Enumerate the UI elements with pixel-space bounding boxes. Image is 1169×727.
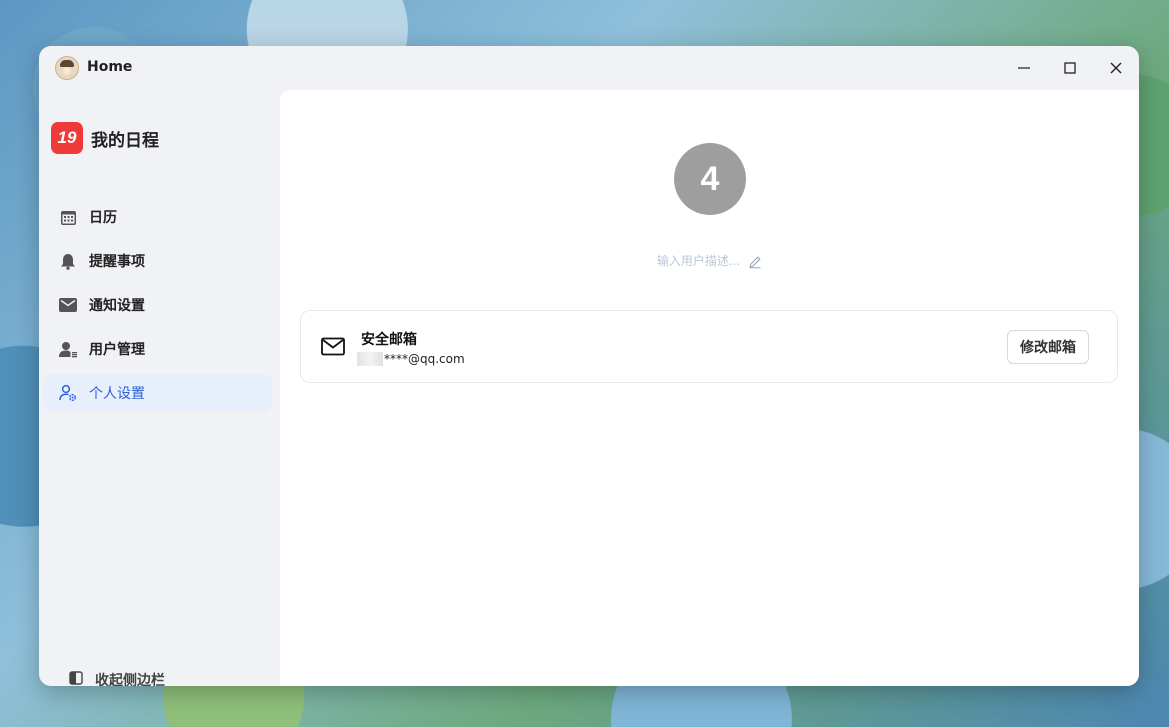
brand[interactable]: 19 我的日程 (51, 122, 159, 154)
user-description-placeholder: 输入用户描述... (656, 254, 741, 268)
sidebar-item-calendar[interactable]: 日历 (43, 198, 272, 236)
minimize-button[interactable] (1009, 54, 1039, 82)
sidebar-item-personal-settings[interactable]: 个人设置 (43, 374, 272, 412)
edit-email-button[interactable]: 修改邮箱 (1007, 330, 1089, 364)
maximize-icon (1064, 62, 1076, 74)
edit-pencil-icon[interactable] (748, 255, 762, 269)
window-title: Home (87, 59, 133, 75)
mail-icon (59, 296, 77, 314)
close-icon (1110, 62, 1122, 74)
sidebar-item-notification-settings[interactable]: 通知设置 (43, 286, 272, 324)
user-gear-icon (59, 384, 77, 402)
envelope-icon (321, 337, 345, 356)
sidebar-toggle-icon (69, 671, 83, 686)
avatar[interactable]: 4 (674, 143, 746, 215)
collapse-sidebar-label: 收起侧边栏 (95, 673, 165, 686)
main-content: 4 输入用户描述... 安全邮箱 ****@qq.com 修改邮箱 (280, 90, 1139, 686)
sidebar-item-label: 个人设置 (89, 386, 145, 402)
title-bar[interactable]: Home (39, 46, 1139, 90)
security-email-card: 安全邮箱 ****@qq.com 修改邮箱 (300, 310, 1118, 383)
sidebar-item-reminders[interactable]: 提醒事项 (43, 242, 272, 280)
security-email-value: ****@qq.com (357, 352, 465, 366)
collapse-sidebar-button[interactable]: 收起侧边栏 (69, 668, 165, 686)
security-email-text: ****@qq.com (384, 352, 465, 366)
brand-name: 我的日程 (91, 130, 159, 151)
sidebar-item-label: 通知设置 (89, 298, 145, 314)
sidebar-item-label: 日历 (89, 210, 117, 226)
calendar-icon (59, 208, 77, 226)
user-description[interactable]: 输入用户描述... (280, 252, 1139, 269)
sidebar: 19 我的日程 日历 提醒事项 通知设置 用户管理 个人设置 收起侧边栏 (39, 90, 280, 686)
redacted-block (357, 352, 383, 366)
minimize-icon (1018, 67, 1030, 69)
sidebar-item-label: 用户管理 (89, 342, 145, 358)
sidebar-nav: 日历 提醒事项 通知设置 用户管理 个人设置 (43, 198, 272, 418)
sidebar-item-label: 提醒事项 (89, 254, 145, 270)
user-list-icon (59, 340, 77, 358)
maximize-button[interactable] (1055, 54, 1085, 82)
app-avatar-icon (55, 56, 79, 80)
bell-icon (59, 252, 77, 270)
brand-logo: 19 (51, 122, 83, 154)
security-email-title: 安全邮箱 (361, 332, 417, 348)
app-window: Home 19 我的日程 日历 提醒事项 通知设置 用户管理 个人设置 收起侧边… (39, 46, 1139, 686)
sidebar-item-user-management[interactable]: 用户管理 (43, 330, 272, 368)
close-button[interactable] (1101, 54, 1131, 82)
